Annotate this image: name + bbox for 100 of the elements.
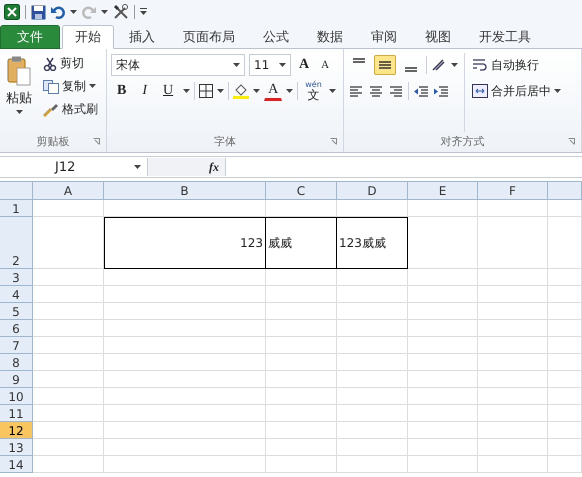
row-header[interactable]: 11 [0, 405, 33, 422]
table-cell[interactable] [478, 439, 548, 456]
horizontal-align-icon[interactable] [388, 84, 404, 98]
caret-icon[interactable] [89, 84, 96, 89]
row-header[interactable]: 14 [0, 456, 33, 473]
horizontal-align-icon[interactable] [348, 84, 364, 98]
table-cell[interactable] [104, 269, 266, 286]
caret-icon[interactable] [217, 88, 224, 94]
table-cell[interactable] [478, 303, 548, 320]
column-header[interactable]: B [104, 182, 266, 200]
table-cell[interactable] [33, 286, 104, 303]
table-cell[interactable] [548, 405, 582, 422]
row-header[interactable]: 1 [0, 200, 33, 217]
decrease-indent-icon[interactable] [413, 84, 429, 98]
table-cell[interactable] [337, 269, 408, 286]
paste-button[interactable]: 粘贴 [4, 53, 34, 132]
table-cell[interactable] [337, 388, 408, 405]
table-cell[interactable]: 威威 [266, 217, 337, 269]
bold-button[interactable]: B [111, 81, 132, 101]
table-cell[interactable] [337, 354, 408, 371]
table-cell[interactable] [337, 303, 408, 320]
table-cell[interactable] [548, 286, 582, 303]
table-cell[interactable] [408, 422, 478, 439]
row-header[interactable]: 10 [0, 388, 33, 405]
table-cell[interactable] [478, 371, 548, 388]
table-cell[interactable] [478, 286, 548, 303]
ribbon-tab[interactable]: 公式 [250, 25, 302, 49]
table-cell[interactable] [548, 217, 582, 269]
table-cell[interactable] [266, 354, 337, 371]
table-cell[interactable] [548, 269, 582, 286]
wrap-text-button[interactable]: 自动换行 [469, 53, 564, 77]
table-cell[interactable] [266, 269, 337, 286]
table-cell[interactable] [478, 354, 548, 371]
italic-button[interactable]: I [136, 81, 154, 101]
dialog-launcher-icon[interactable] [330, 138, 337, 145]
table-cell[interactable] [548, 354, 582, 371]
table-cell[interactable] [33, 320, 104, 337]
caret-icon[interactable] [70, 10, 77, 14]
file-tab[interactable]: 文件 [0, 25, 60, 49]
select-all-corner[interactable] [0, 182, 33, 200]
merge-center-button[interactable]: 合并后居中 [469, 79, 564, 103]
table-cell[interactable] [548, 422, 582, 439]
table-cell[interactable] [548, 456, 582, 473]
table-cell[interactable] [478, 217, 548, 269]
table-cell[interactable] [33, 200, 104, 217]
ribbon-tab[interactable]: 插入 [116, 25, 168, 49]
table-cell[interactable] [548, 200, 582, 217]
table-cell[interactable] [33, 405, 104, 422]
increase-indent-icon[interactable] [433, 84, 449, 98]
customize-toolbar-icon[interactable] [140, 8, 147, 16]
table-cell[interactable] [104, 337, 266, 354]
borders-icon[interactable] [199, 84, 214, 98]
table-cell[interactable] [408, 320, 478, 337]
table-cell[interactable] [548, 388, 582, 405]
table-cell[interactable] [104, 456, 266, 473]
underline-button[interactable]: U [157, 81, 180, 101]
row-header[interactable]: 3 [0, 269, 33, 286]
ribbon-tab[interactable]: 视图 [412, 25, 464, 49]
caret-icon[interactable] [253, 88, 260, 94]
dialog-launcher-icon[interactable] [93, 138, 100, 145]
phonetic-button[interactable]: wén 文 [302, 80, 325, 102]
table-cell[interactable] [478, 388, 548, 405]
table-cell[interactable] [337, 200, 408, 217]
table-cell[interactable] [478, 200, 548, 217]
table-cell[interactable] [337, 337, 408, 354]
row-header[interactable]: 2 [0, 217, 33, 269]
table-cell[interactable] [33, 422, 104, 439]
copy-button[interactable]: 复制 [40, 76, 101, 97]
table-cell[interactable] [33, 217, 104, 269]
table-cell[interactable] [478, 456, 548, 473]
table-cell[interactable] [266, 371, 337, 388]
table-cell[interactable] [408, 388, 478, 405]
font-name-dropdown[interactable]: 宋体 [111, 54, 245, 76]
table-cell[interactable] [33, 456, 104, 473]
caret-icon[interactable] [233, 62, 240, 68]
table-cell[interactable] [337, 439, 408, 456]
row-header[interactable]: 8 [0, 354, 33, 371]
caret-icon[interactable] [328, 88, 336, 94]
table-cell[interactable] [478, 422, 548, 439]
column-header[interactable]: E [408, 182, 478, 200]
table-cell[interactable] [266, 456, 337, 473]
table-cell[interactable] [408, 200, 478, 217]
caret-icon[interactable] [101, 10, 108, 14]
ribbon-tab[interactable]: 数据 [304, 25, 356, 49]
table-cell[interactable] [104, 439, 266, 456]
table-cell[interactable] [266, 303, 337, 320]
font-size-dropdown[interactable]: 11 [249, 54, 291, 76]
text-angle-icon[interactable] [431, 58, 447, 72]
column-header[interactable]: C [266, 182, 337, 200]
table-cell[interactable] [408, 217, 478, 269]
table-cell[interactable] [104, 422, 266, 439]
undo-icon[interactable] [51, 5, 65, 19]
save-icon[interactable] [31, 4, 46, 20]
table-cell[interactable] [478, 320, 548, 337]
table-cell[interactable] [548, 320, 582, 337]
table-cell[interactable] [408, 405, 478, 422]
table-cell[interactable] [33, 354, 104, 371]
shrink-font-button[interactable]: A [317, 57, 334, 73]
table-cell[interactable] [104, 200, 266, 217]
table-cell[interactable] [104, 303, 266, 320]
